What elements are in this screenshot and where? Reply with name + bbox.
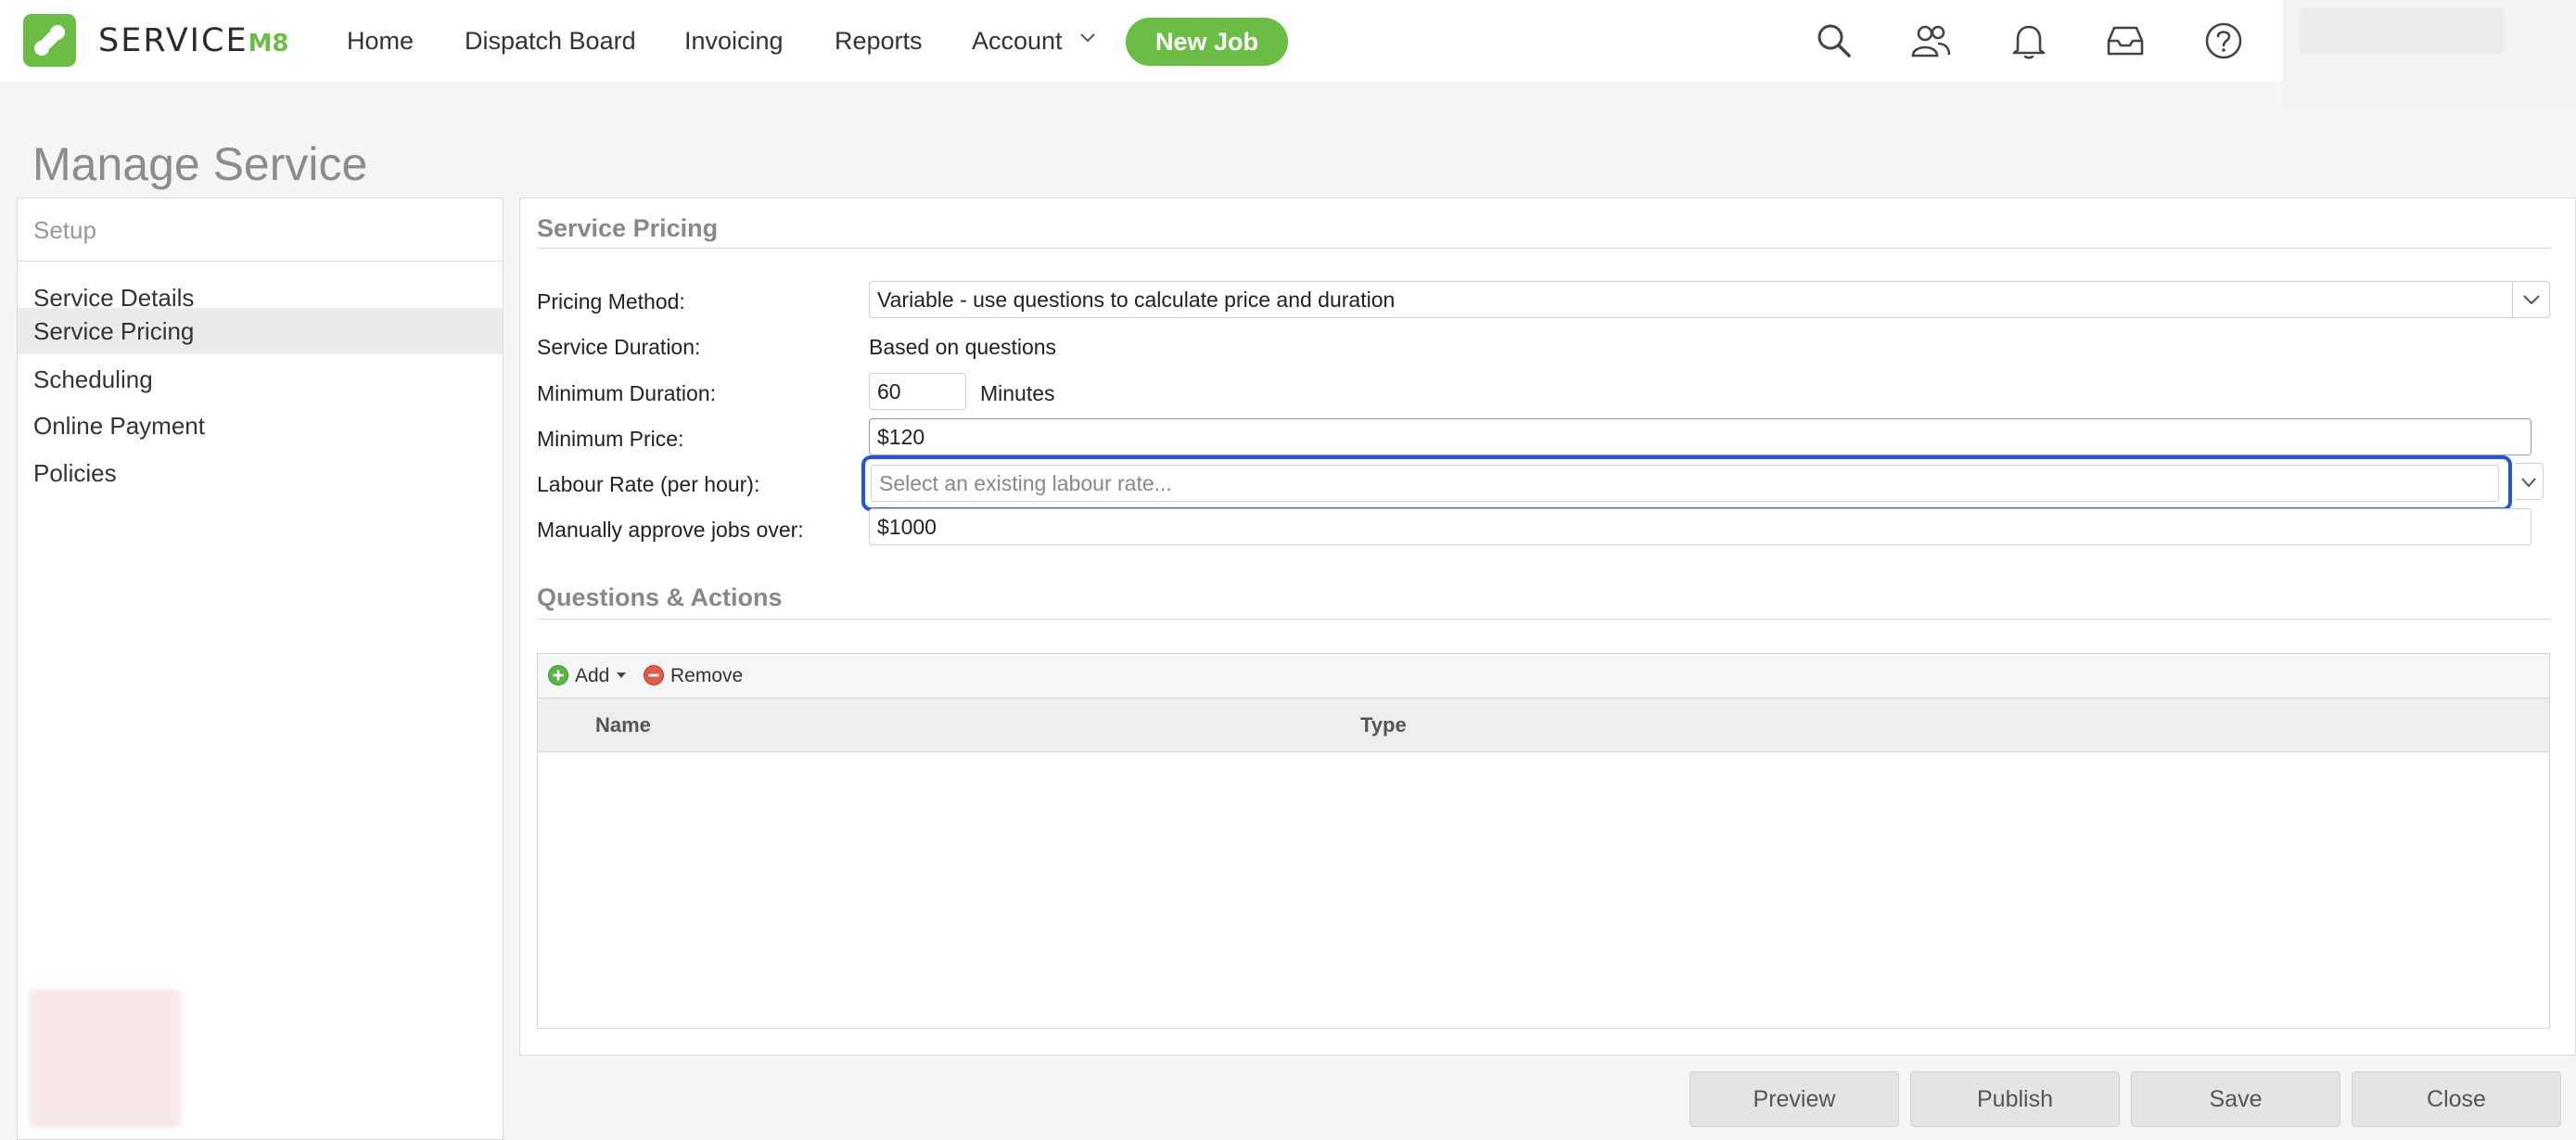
brand-wordmark[interactable]: SERVICEM8 [98,19,289,63]
minimum-price-input[interactable]: $120 [869,418,2531,455]
pricing-method-select[interactable]: Variable - use questions to calculate pr… [869,281,2550,318]
service-pricing-heading: Service Pricing [537,214,719,242]
nav-reports[interactable]: Reports [835,19,923,63]
nav-invoicing[interactable]: Invoicing [684,19,784,63]
sidebar-item-service-pricing[interactable]: Service Pricing [18,308,503,354]
sidebar-item-policies[interactable]: Policies [18,450,503,496]
questions-table-header: Name Type [538,698,2549,752]
caret-down-icon [617,672,627,678]
nav-dispatch-board[interactable]: Dispatch Board [465,19,636,63]
brand-word: SERVICE [98,22,249,59]
setup-sidebar: Setup Service Details Service Pricing Sc… [17,198,504,1140]
add-circle-icon [548,665,568,685]
minimum-duration-unit: Minutes [980,381,1055,405]
blurred-account-info [2300,7,2504,54]
questions-actions-heading: Questions & Actions [537,583,783,611]
nav-account[interactable]: Account [972,19,1095,63]
help-icon[interactable] [2203,20,2244,61]
minimum-duration-label: Minimum Duration: [537,381,716,405]
approve-jobs-input[interactable]: $1000 [869,508,2531,545]
minimum-duration-input[interactable]: 60 [869,373,966,410]
chevron-down-icon[interactable] [2516,463,2544,500]
remove-button[interactable]: Remove [643,663,743,689]
questions-table: Add Remove Name Type [537,653,2550,1029]
brand-suffix: M8 [248,30,289,58]
remove-circle-icon [644,665,664,685]
pricing-method-value: Variable - use questions to calculate pr… [877,288,1396,312]
service-pricing-panel: Service Pricing Pricing Method: Variable… [519,198,2576,1056]
new-job-button[interactable]: New Job [1126,18,1288,66]
remove-button-label: Remove [670,665,744,686]
labour-rate-focus-ring [861,455,2512,511]
blurred-image [29,989,181,1128]
sidebar-header-label: Setup [33,216,96,244]
chevron-down-icon [1080,33,1095,43]
save-button[interactable]: Save [2131,1071,2340,1127]
approve-jobs-label: Manually approve jobs over: [537,518,804,542]
add-button[interactable]: Add [547,663,627,689]
bell-icon[interactable] [2009,20,2049,61]
nav-account-label: Account [972,27,1063,55]
close-button[interactable]: Close [2352,1071,2561,1127]
section-divider [537,248,2550,249]
sidebar-item-online-payment[interactable]: Online Payment [18,403,503,449]
labour-rate-input[interactable] [871,465,2499,502]
labour-rate-label: Labour Rate (per hour): [537,472,760,496]
servicem8-logo-icon[interactable] [23,14,76,67]
questions-toolbar: Add Remove [538,654,2549,698]
search-icon[interactable] [1814,20,1855,61]
service-duration-label: Service Duration: [537,335,701,359]
sidebar-header: Setup [18,199,503,262]
section-divider [537,619,2550,620]
add-button-label: Add [575,665,610,686]
column-header-type[interactable]: Type [1360,710,1407,741]
nav-home[interactable]: Home [347,19,414,63]
minimum-price-label: Minimum Price: [537,427,684,451]
pricing-method-label: Pricing Method: [537,289,685,314]
preview-button[interactable]: Preview [1690,1071,1899,1127]
page-title: Manage Service [32,138,368,190]
service-duration-value: Based on questions [869,335,1057,359]
column-header-name[interactable]: Name [595,710,651,741]
chevron-down-icon [2512,282,2549,317]
inbox-icon[interactable] [2105,20,2146,61]
people-icon[interactable] [1910,20,1951,61]
sidebar-item-scheduling[interactable]: Scheduling [18,356,503,403]
publish-button[interactable]: Publish [1910,1071,2120,1127]
top-navigation-bar: SERVICEM8 Home Dispatch Board Invoicing … [0,0,2283,82]
